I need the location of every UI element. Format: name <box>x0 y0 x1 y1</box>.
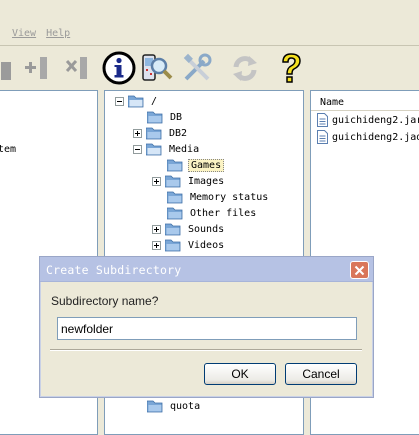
help-icon[interactable] <box>274 50 308 86</box>
dialog-divider <box>50 349 362 351</box>
tree-node-videos[interactable]: Videos <box>152 237 226 253</box>
tree-label: Other files <box>190 207 257 219</box>
tree-node-db2[interactable]: DB2 <box>133 125 189 141</box>
tree-node-sounds[interactable]: Sounds <box>152 221 226 237</box>
file-row[interactable]: guichideng2.jar <box>317 112 419 128</box>
file-name: guichideng2.jar <box>332 114 419 126</box>
folder-icon <box>165 223 181 235</box>
toolbar <box>0 46 419 90</box>
collapse-icon[interactable] <box>115 96 124 106</box>
tree-label: Images <box>188 175 225 187</box>
collapse-icon[interactable] <box>133 144 142 154</box>
tree-node-db[interactable]: DB <box>147 109 184 125</box>
folder-icon <box>147 111 163 123</box>
create-subdirectory-dialog: Create Subdirectory Subdirectory name? O… <box>39 256 374 398</box>
tree-label: Media <box>169 143 200 155</box>
expand-icon[interactable] <box>152 224 161 234</box>
delete-icon[interactable] <box>62 50 96 86</box>
tree-node-memory-status[interactable]: Memory status <box>167 189 270 205</box>
menu-view[interactable]: View <box>12 28 36 46</box>
menu-bar: View Help <box>0 28 419 44</box>
tree-label: Memory status <box>190 191 269 203</box>
close-button[interactable] <box>350 261 369 279</box>
tree-node-games[interactable]: Games <box>167 157 225 173</box>
cancel-button[interactable]: Cancel <box>285 363 357 385</box>
partial-tool-icon[interactable] <box>0 50 16 86</box>
close-icon <box>354 265 365 275</box>
folder-icon <box>165 175 181 187</box>
expand-icon[interactable] <box>152 240 161 250</box>
tree-node-quota[interactable]: quota <box>147 398 202 414</box>
column-header-name[interactable]: Name <box>311 95 419 111</box>
tree-label: Sounds <box>188 223 225 235</box>
tree-node-media[interactable]: Media <box>133 141 201 157</box>
folder-icon <box>167 207 183 219</box>
folder-icon <box>167 159 183 171</box>
tree-node-images[interactable]: Images <box>152 173 226 189</box>
refresh-icon[interactable] <box>228 50 262 86</box>
tree-label: quota <box>170 400 201 412</box>
expand-icon[interactable] <box>133 128 142 138</box>
dialog-prompt: Subdirectory name? <box>51 294 159 308</box>
info-icon[interactable] <box>102 50 136 86</box>
search-icon[interactable] <box>139 50 173 86</box>
tree-label: Videos <box>188 239 225 251</box>
folder-open-icon <box>146 143 162 155</box>
tools-icon[interactable] <box>180 50 214 86</box>
file-icon <box>317 113 328 127</box>
partial-list-item[interactable]: tem <box>0 144 16 155</box>
tree-label: Games <box>188 158 225 172</box>
file-icon <box>317 130 328 144</box>
dialog-title[interactable]: Create Subdirectory <box>40 257 373 282</box>
tree-label: / <box>151 95 158 107</box>
add-icon[interactable] <box>22 50 56 86</box>
subdirectory-name-input[interactable] <box>57 317 357 340</box>
ok-button[interactable]: OK <box>204 363 276 385</box>
tree-label: DB2 <box>169 127 188 139</box>
tree-node-other-files[interactable]: Other files <box>167 205 258 221</box>
menu-help[interactable]: Help <box>46 28 70 46</box>
tree-label: DB <box>170 111 183 123</box>
folder-icon <box>147 400 163 412</box>
file-row[interactable]: guichideng2.jad <box>317 129 419 145</box>
expand-icon[interactable] <box>152 176 161 186</box>
tree-node-root[interactable]: / <box>115 93 159 109</box>
file-name: guichideng2.jad <box>332 131 419 143</box>
folder-open-icon <box>128 95 144 107</box>
folder-icon <box>146 127 162 139</box>
folder-icon <box>167 191 183 203</box>
folder-icon <box>165 239 181 251</box>
